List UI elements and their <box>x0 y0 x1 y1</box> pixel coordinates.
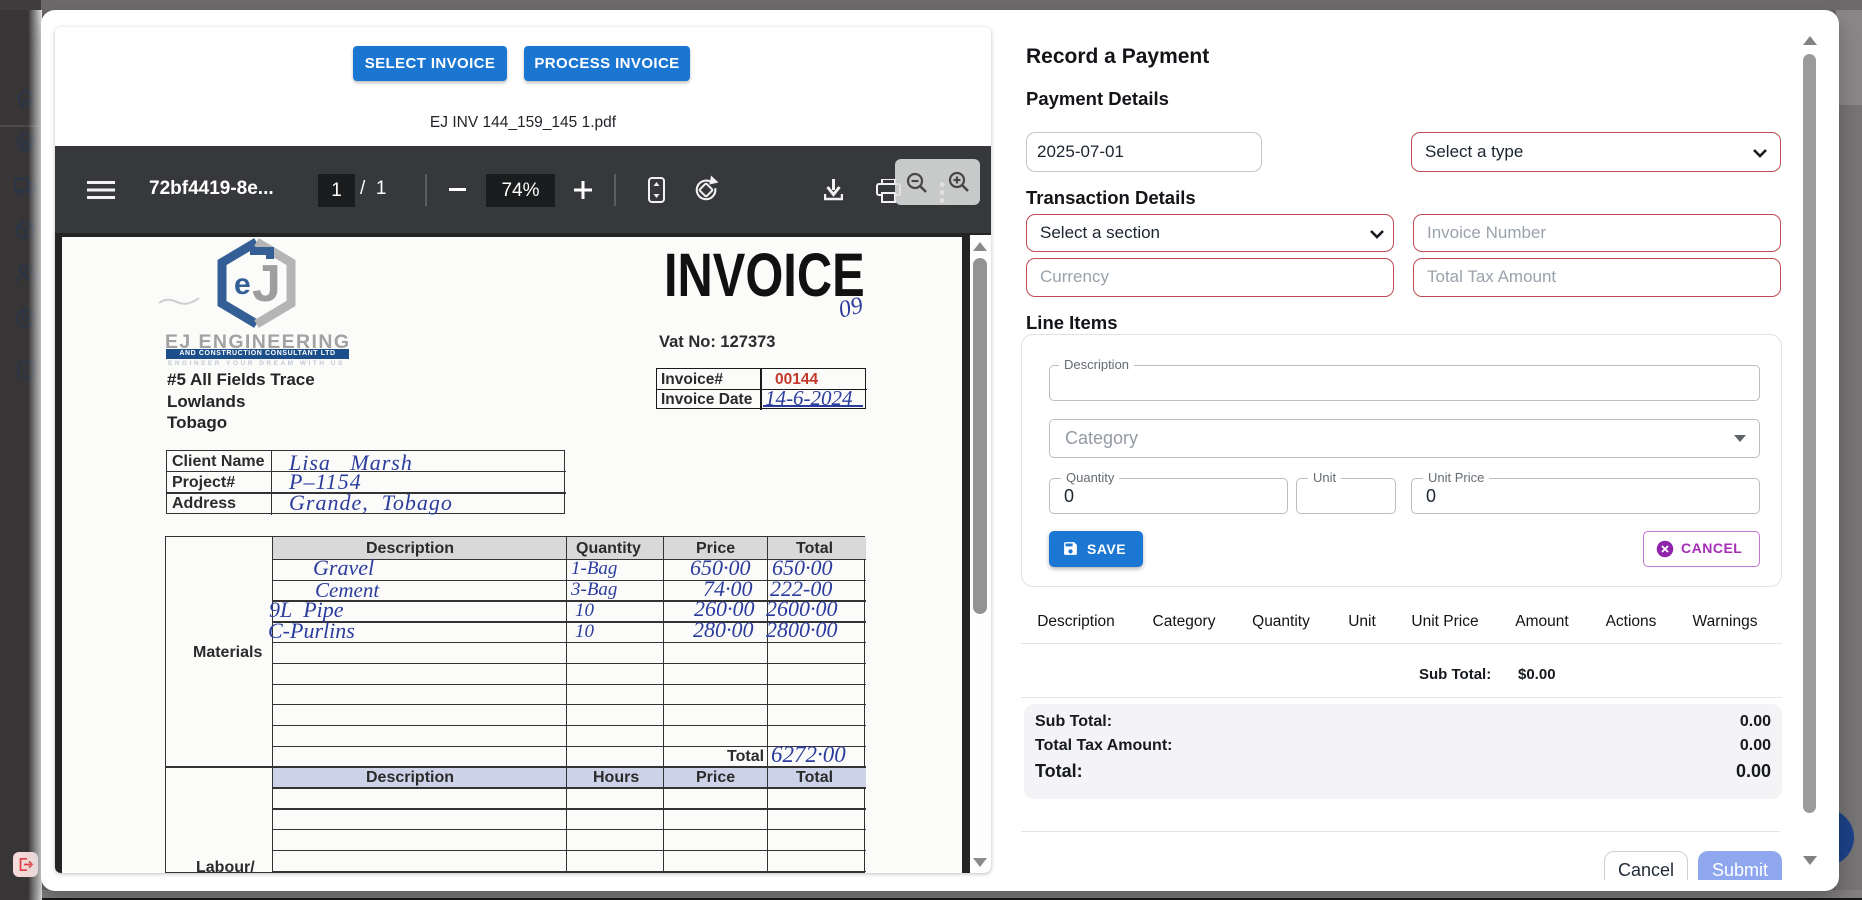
svg-text:e: e <box>234 268 251 301</box>
svg-text:J: J <box>252 255 281 313</box>
